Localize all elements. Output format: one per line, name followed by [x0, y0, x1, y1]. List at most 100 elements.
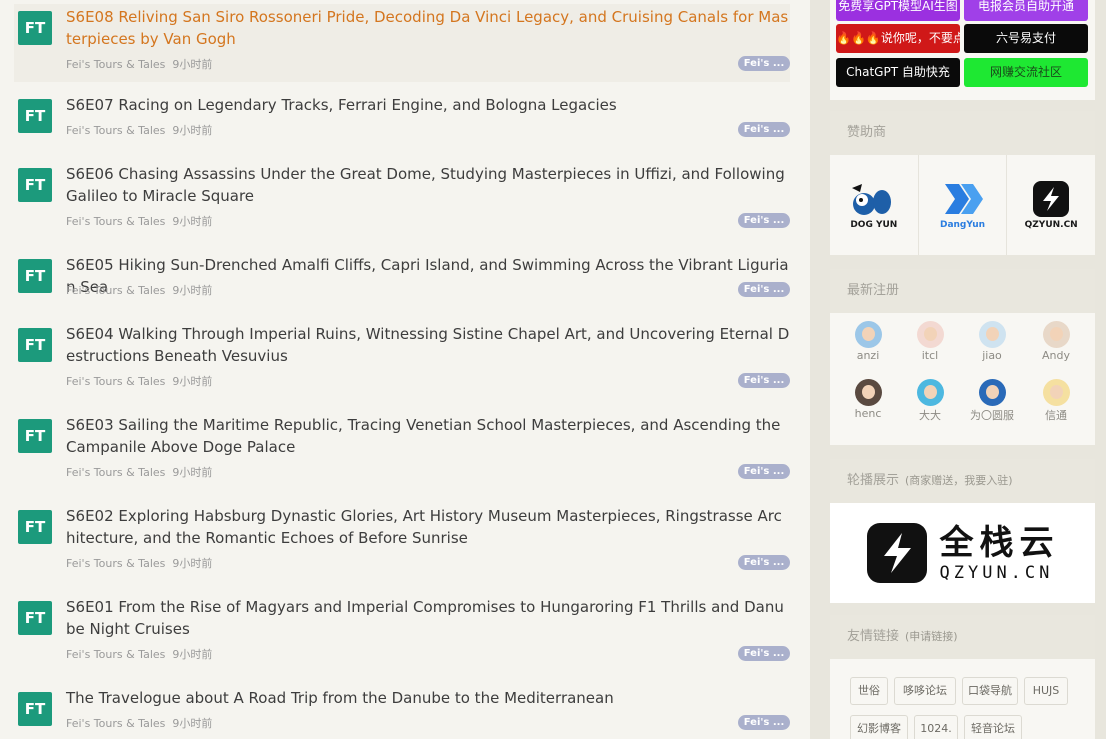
topic-title[interactable]: S6E01 From the Rise of Magyars and Imper… [66, 597, 790, 640]
topic-title[interactable]: S6E06 Chasing Assassins Under the Great … [66, 164, 790, 207]
topic-node-badge[interactable]: Fei's ... [738, 373, 790, 388]
user-name[interactable]: anzi [838, 349, 898, 362]
topic-node-badge[interactable]: Fei's ... [738, 646, 790, 661]
topic-title[interactable]: S6E04 Walking Through Imperial Ruins, Wi… [66, 324, 790, 367]
topic-time: 9小时前 [172, 557, 213, 570]
topic-row[interactable]: FT S6E03 Sailing the Maritime Republic, T… [14, 412, 790, 490]
topic-avatar[interactable]: FT [18, 419, 52, 453]
user-avatar[interactable] [978, 379, 1006, 406]
topic-avatar[interactable]: FT [18, 510, 52, 544]
topic-time: 9小时前 [172, 58, 213, 71]
topic-avatar[interactable]: FT [18, 259, 52, 293]
user-name[interactable]: 信通 [1026, 407, 1086, 423]
user-avatar[interactable] [854, 321, 882, 348]
friend-link[interactable]: 世俗 [850, 677, 888, 705]
topic-avatar[interactable]: FT [18, 168, 52, 202]
topic-author[interactable]: Fei's Tours & Tales [66, 284, 165, 297]
topic-row[interactable]: FT S6E06 Chasing Assassins Under the Grea… [14, 161, 790, 239]
sponsor-dogyun[interactable]: DOG YUN [830, 155, 919, 255]
new-user[interactable]: henc [838, 379, 898, 420]
links-panel: 友情链接 (申请链接) 世俗 哆哆论坛 口袋导航 HUJS 幻影博客 1024. 轻音论坛 [830, 615, 1095, 739]
user-name[interactable]: itcl [900, 349, 960, 362]
user-avatar[interactable] [916, 321, 944, 348]
new-user[interactable]: 大大 [900, 379, 960, 423]
topic-avatar[interactable]: FT [18, 11, 52, 45]
topic-row[interactable]: FT The Travelogue about A Road Trip from … [14, 685, 790, 730]
ad-button[interactable]: 免费享GPT模型AI生图 [836, 0, 960, 21]
topic-meta: Fei's Tours & Tales 9小时前 [66, 122, 219, 138]
sponsor-qzyun[interactable]: QZYUN.CN [1007, 155, 1095, 255]
topic-author[interactable]: Fei's Tours & Tales [66, 717, 165, 730]
topic-title[interactable]: S6E08 Reliving San Siro Rossoneri Pride,… [66, 7, 790, 50]
friend-link[interactable]: 口袋导航 [962, 677, 1018, 705]
topic-time: 9小时前 [172, 215, 213, 228]
topic-author[interactable]: Fei's Tours & Tales [66, 124, 165, 137]
user-name[interactable]: Andy [1026, 349, 1086, 362]
topic-title[interactable]: S6E07 Racing on Legendary Tracks, Ferrar… [66, 95, 790, 117]
topic-author[interactable]: Fei's Tours & Tales [66, 648, 165, 661]
new-user[interactable]: anzi [838, 321, 898, 362]
topic-title[interactable]: S6E03 Sailing the Maritime Republic, Tra… [66, 415, 790, 458]
user-avatar[interactable] [978, 321, 1006, 348]
new-user[interactable]: Andy [1026, 321, 1086, 362]
topic-title[interactable]: The Travelogue about A Road Trip from th… [66, 688, 790, 710]
ad-button[interactable]: 六号易支付 [964, 24, 1088, 53]
topic-node-badge[interactable]: Fei's ... [738, 555, 790, 570]
ad-button[interactable]: ChatGPT 自助快充 [836, 58, 960, 87]
user-name[interactable]: 大大 [900, 407, 960, 423]
carousel-banner[interactable]: 全栈云 QZYUN.CN [830, 503, 1095, 603]
topic-node-badge[interactable]: Fei's ... [738, 282, 790, 297]
topic-row[interactable]: FT S6E08 Reliving San Siro Rossoneri Prid… [14, 4, 790, 82]
topic-author[interactable]: Fei's Tours & Tales [66, 557, 165, 570]
friend-link[interactable]: 幻影博客 [850, 715, 908, 739]
topic-avatar[interactable]: FT [18, 99, 52, 133]
topic-node-badge[interactable]: Fei's ... [738, 715, 790, 730]
topic-title[interactable]: S6E02 Exploring Habsburg Dynastic Glorie… [66, 506, 790, 549]
sponsor-dangyun[interactable]: DangYun [919, 155, 1008, 255]
topic-avatar[interactable]: FT [18, 601, 52, 635]
ad-button[interactable]: 电报会员自助开通 [964, 0, 1088, 21]
topic-node-badge[interactable]: Fei's ... [738, 464, 790, 479]
user-avatar[interactable] [1042, 379, 1070, 406]
friend-link[interactable]: 哆哆论坛 [894, 677, 956, 705]
topic-list: FT S6E08 Reliving San Siro Rossoneri Prid… [0, 0, 810, 739]
sponsor-label: QZYUN.CN [1024, 220, 1078, 230]
friend-link[interactable]: 轻音论坛 [964, 715, 1022, 739]
topic-node-badge[interactable]: Fei's ... [738, 213, 790, 228]
topic-row[interactable]: FT S6E07 Racing on Legendary Tracks, Ferr… [14, 92, 790, 137]
user-avatar[interactable] [1042, 321, 1070, 348]
topic-node-badge[interactable]: Fei's ... [738, 56, 790, 71]
links-title-text: 友情链接 [847, 629, 900, 644]
topic-row[interactable]: FT S6E05 Hiking Sun-Drenched Amalfi Cliff… [14, 252, 790, 297]
links-subtitle[interactable]: (申请链接) [905, 630, 958, 643]
user-name[interactable]: henc [838, 407, 898, 420]
topic-node-badge[interactable]: Fei's ... [738, 122, 790, 137]
friend-link[interactable]: HUJS [1024, 677, 1068, 705]
new-user[interactable]: itcl [900, 321, 960, 362]
topic-row[interactable]: FT S6E04 Walking Through Imperial Ruins, … [14, 321, 790, 399]
new-user[interactable]: 为〇圆服 [962, 379, 1022, 423]
topic-row[interactable]: FT S6E01 From the Rise of Magyars and Imp… [14, 594, 790, 672]
topic-row[interactable]: FT S6E02 Exploring Habsburg Dynastic Glor… [14, 503, 790, 581]
topic-author[interactable]: Fei's Tours & Tales [66, 466, 165, 479]
qzyun-logo-icon [866, 523, 927, 583]
topic-author[interactable]: Fei's Tours & Tales [66, 375, 165, 388]
topic-avatar[interactable]: FT [18, 692, 52, 726]
topic-time: 9小时前 [172, 375, 213, 388]
user-name[interactable]: 为〇圆服 [962, 407, 1022, 423]
ad-button[interactable]: 网赚交流社区 [964, 58, 1088, 87]
new-user[interactable]: 信通 [1026, 379, 1086, 423]
user-avatar[interactable] [854, 379, 882, 406]
topic-author[interactable]: Fei's Tours & Tales [66, 58, 165, 71]
topic-avatar[interactable]: FT [18, 328, 52, 362]
qzyun-logo-icon [1033, 181, 1070, 217]
user-name[interactable]: jiao [962, 349, 1022, 362]
ad-button[interactable]: 🔥🔥🔥说你呢，不要点 [836, 24, 960, 53]
new-user[interactable]: jiao [962, 321, 1022, 362]
user-avatar[interactable] [916, 379, 944, 406]
topic-time: 9小时前 [172, 648, 213, 661]
carousel-subtitle[interactable]: (商家赠送，我要入驻) [905, 474, 1013, 487]
topic-time: 9小时前 [172, 284, 213, 297]
friend-link[interactable]: 1024. [914, 715, 958, 739]
topic-author[interactable]: Fei's Tours & Tales [66, 215, 165, 228]
